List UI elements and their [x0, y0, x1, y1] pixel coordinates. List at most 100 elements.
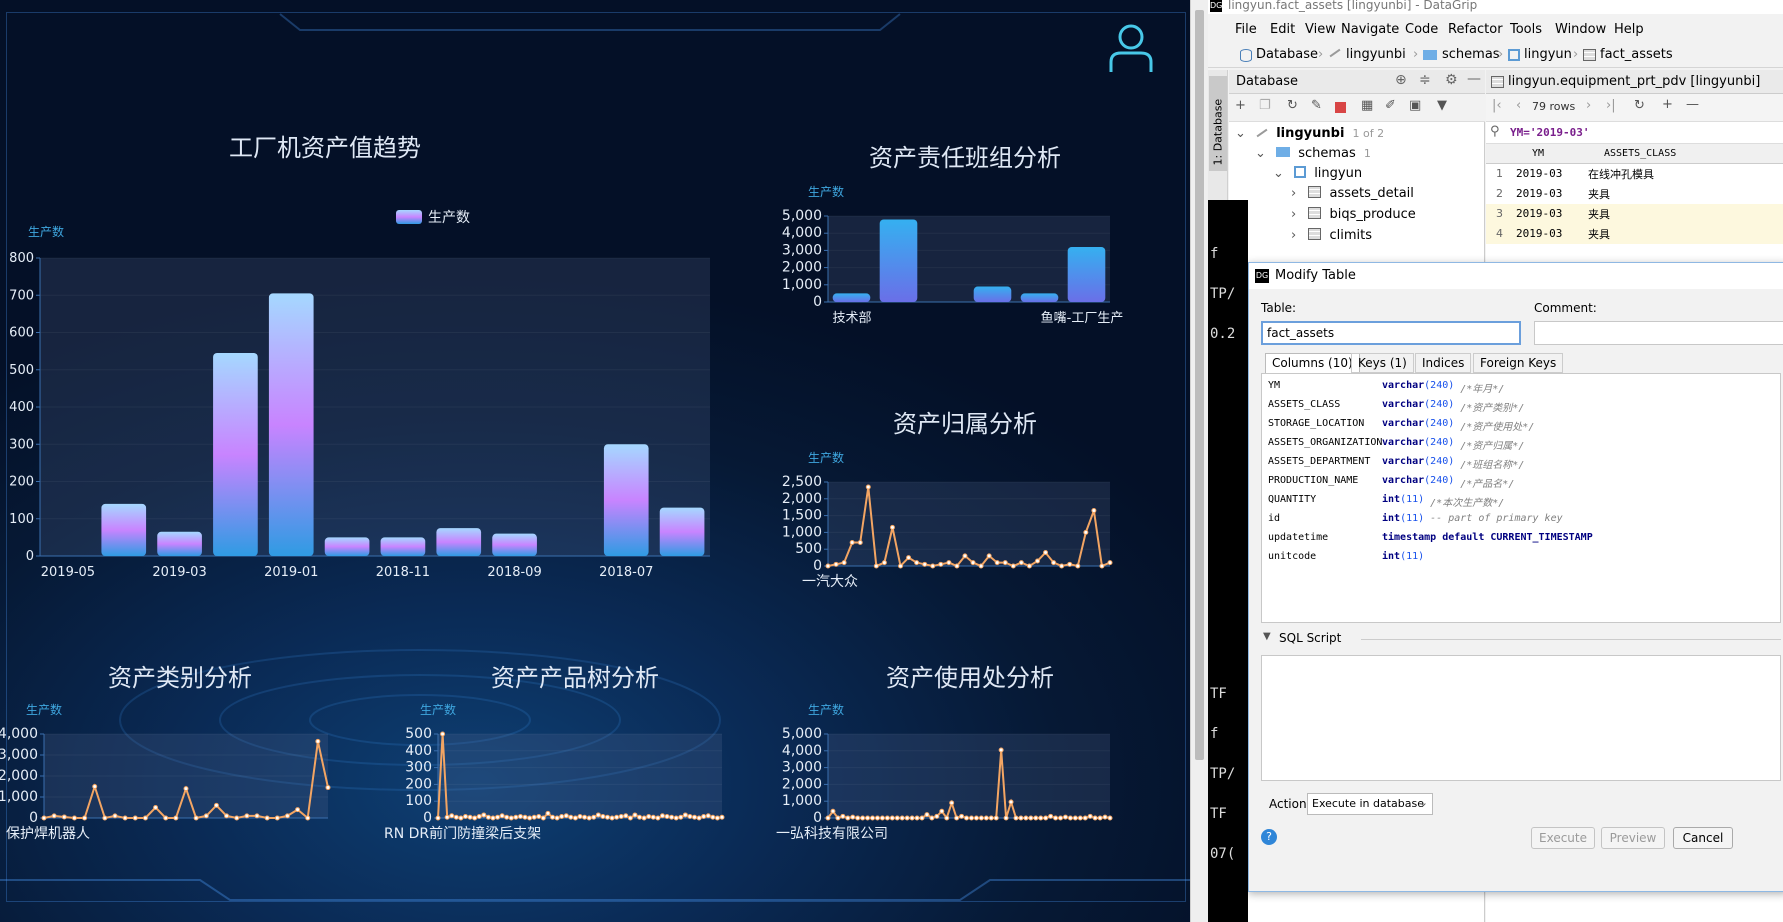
data-point — [845, 815, 851, 821]
table-row[interactable]: 1 2019-03 在线冲孔模具 — [1486, 164, 1783, 184]
column-definition-row[interactable]: STORAGE_LOCATION varchar (240) /*资产使用处*/ — [1262, 416, 1780, 434]
menu-navigate[interactable]: Navigate — [1341, 22, 1399, 37]
menu-window[interactable]: Window — [1555, 22, 1606, 37]
edit-icon[interactable]: ✎ — [1311, 98, 1322, 113]
column-definition-row[interactable]: PRODUCTION_NAME varchar (240) /*产品名*/ — [1262, 473, 1780, 491]
vertical-scrollbar[interactable] — [1190, 0, 1208, 922]
column-definition-row[interactable]: updatetime timestamp default CURRENT_TIME… — [1262, 530, 1780, 548]
column-comment: /*资产使用处*/ — [1460, 422, 1535, 433]
menu-file[interactable]: File — [1235, 22, 1257, 37]
menu-tools[interactable]: Tools — [1510, 22, 1542, 37]
collapse-all-icon[interactable]: ≑ — [1419, 72, 1431, 88]
reload-icon[interactable]: ↻ — [1634, 98, 1645, 113]
scrollbar-thumb[interactable] — [1195, 10, 1204, 760]
sql-script-editor[interactable] — [1261, 655, 1781, 781]
tree-item-biqs-produce[interactable]: › biqs_produce — [1291, 207, 1416, 222]
pencil-icon[interactable]: ✐ — [1385, 98, 1396, 113]
column-header-ym[interactable]: YM — [1532, 148, 1544, 159]
tab-foreign-keys[interactable]: Foreign Keys — [1473, 353, 1564, 373]
crumb-lingyun[interactable]: lingyun — [1524, 47, 1572, 62]
delete-row-icon[interactable]: — — [1686, 97, 1699, 112]
column-definition-row[interactable]: YM varchar (240) /*年月*/ — [1262, 378, 1780, 396]
refresh-icon[interactable]: ↻ — [1287, 98, 1298, 113]
tab-columns[interactable]: Columns (10) — [1265, 353, 1360, 373]
minimize-icon[interactable]: — — [1467, 71, 1481, 87]
column-header-assets-class[interactable]: ASSETS_CLASS — [1604, 148, 1676, 159]
comment-input[interactable] — [1534, 321, 1783, 345]
table-view-icon[interactable]: ▦ — [1361, 98, 1373, 113]
tree-item-schemas[interactable]: ⌄ schemas 1 — [1255, 146, 1371, 161]
add-icon[interactable]: + — [1235, 98, 1246, 113]
action-select[interactable]: Execute in database ⌄ — [1307, 793, 1433, 815]
crumb-database[interactable]: Database — [1256, 47, 1318, 62]
column-definition-row[interactable]: id int (11) -- part of primary key — [1262, 511, 1780, 529]
copy-icon[interactable]: ❐ — [1259, 98, 1271, 113]
gear-icon[interactable]: ⚙ — [1445, 72, 1458, 88]
cell-ym[interactable]: 2019-03 — [1516, 187, 1562, 200]
crumb-lingyunbi[interactable]: lingyunbi — [1346, 47, 1406, 62]
editor-tab[interactable]: lingyun.equipment_prt_pdv [lingyunbi] — [1486, 70, 1783, 94]
crumb-schemas[interactable]: schemas — [1442, 47, 1500, 62]
table-row[interactable]: 3 2019-03 夹具 — [1486, 204, 1783, 224]
table-row[interactable]: 2 2019-03 夹具 — [1486, 184, 1783, 204]
data-point — [1097, 815, 1103, 821]
crumb-separator: › — [1498, 47, 1504, 62]
execute-button[interactable]: Execute — [1531, 827, 1595, 849]
last-page-icon[interactable]: ›| — [1606, 98, 1616, 113]
next-page-icon[interactable]: › — [1586, 98, 1591, 113]
crumb-fact-assets[interactable]: fact_assets — [1600, 47, 1673, 62]
column-length: (11) — [1400, 494, 1425, 505]
tree-item-assets-detail[interactable]: › assets_detail — [1291, 186, 1414, 201]
cell-assets-class[interactable]: 夹具 — [1588, 206, 1610, 222]
tab-keys[interactable]: Keys (1) — [1351, 353, 1414, 373]
column-type: varchar — [1382, 475, 1425, 486]
console-icon[interactable]: ▣ — [1409, 98, 1421, 113]
tree-item-lingyun[interactable]: ⌄ lingyun — [1273, 166, 1362, 181]
cell-assets-class[interactable]: 夹具 — [1588, 186, 1610, 202]
chevron-down-icon: ⌄ — [1418, 796, 1428, 809]
columns-editor[interactable]: YM varchar (240)/*年月*/ASSETS_CLASS varchar(… — [1261, 373, 1781, 623]
tree-item-climits[interactable]: › climits — [1291, 228, 1372, 243]
database-side-tab[interactable]: 1: Database — [1209, 76, 1227, 171]
menu-edit[interactable]: Edit — [1270, 22, 1295, 37]
crosshair-icon[interactable]: ⊕ — [1395, 72, 1407, 88]
column-definition-row[interactable]: ASSETS_CLASS varchar (240) /*资产类别*/ — [1262, 397, 1780, 415]
help-icon[interactable]: ? — [1261, 829, 1277, 845]
cell-ym[interactable]: 2019-03 — [1516, 227, 1562, 240]
data-point — [840, 813, 846, 819]
tree-label: assets_detail — [1329, 186, 1414, 201]
menu-view[interactable]: View — [1305, 22, 1336, 37]
tab-indices[interactable]: Indices — [1415, 353, 1472, 373]
filter-icon[interactable]: ▼ — [1437, 98, 1447, 113]
cell-assets-class[interactable]: 在线冲孔模具 — [1588, 166, 1654, 182]
add-row-icon[interactable]: + — [1662, 97, 1673, 112]
stop-icon[interactable] — [1335, 102, 1346, 113]
sql-script-header[interactable]: ▼ SQL Script — [1261, 631, 1781, 649]
menu-code[interactable]: Code — [1405, 22, 1438, 37]
menu-help[interactable]: Help — [1614, 22, 1644, 37]
column-definition-row[interactable]: unitcode int (11) — [1262, 549, 1780, 567]
cancel-button[interactable]: Cancel — [1673, 827, 1733, 849]
column-comment: /*资产归属*/ — [1460, 441, 1525, 452]
filter-bar[interactable]: ⚲ YM='2019-03' — [1486, 122, 1783, 144]
column-definition-row[interactable]: QUANTITY int (11) /*本次生产数*/ — [1262, 492, 1780, 510]
preview-button[interactable]: Preview — [1601, 827, 1665, 849]
data-point — [835, 815, 841, 821]
collapsed-arrow-icon: › — [1291, 207, 1297, 222]
table-row[interactable]: 4 2019-03 夹具 — [1486, 224, 1783, 244]
column-definition-row[interactable]: ASSETS_ORGANIZATION varchar (240) /*资产归属*/ — [1262, 435, 1780, 453]
column-name: id — [1268, 513, 1281, 524]
menu-refactor[interactable]: Refactor — [1448, 22, 1503, 37]
column-definition-row[interactable]: ASSETS_DEPARTMENT varchar (240) /*班组名称*/ — [1262, 454, 1780, 472]
cell-ym[interactable]: 2019-03 — [1516, 167, 1562, 180]
table-name-label: Table: — [1261, 301, 1297, 315]
data-point — [1058, 815, 1064, 821]
tree-item-lingyunbi[interactable]: ⌄ lingyunbi 1 of 2 — [1235, 126, 1384, 141]
cell-assets-class[interactable]: 夹具 — [1588, 226, 1610, 242]
prev-page-icon[interactable]: ‹ — [1516, 98, 1521, 113]
first-page-icon[interactable]: |‹ — [1492, 98, 1502, 113]
crumb-separator: › — [1573, 47, 1579, 62]
filter-expression[interactable]: YM='2019-03' — [1510, 126, 1589, 139]
table-name-input[interactable] — [1261, 321, 1521, 345]
cell-ym[interactable]: 2019-03 — [1516, 207, 1562, 220]
